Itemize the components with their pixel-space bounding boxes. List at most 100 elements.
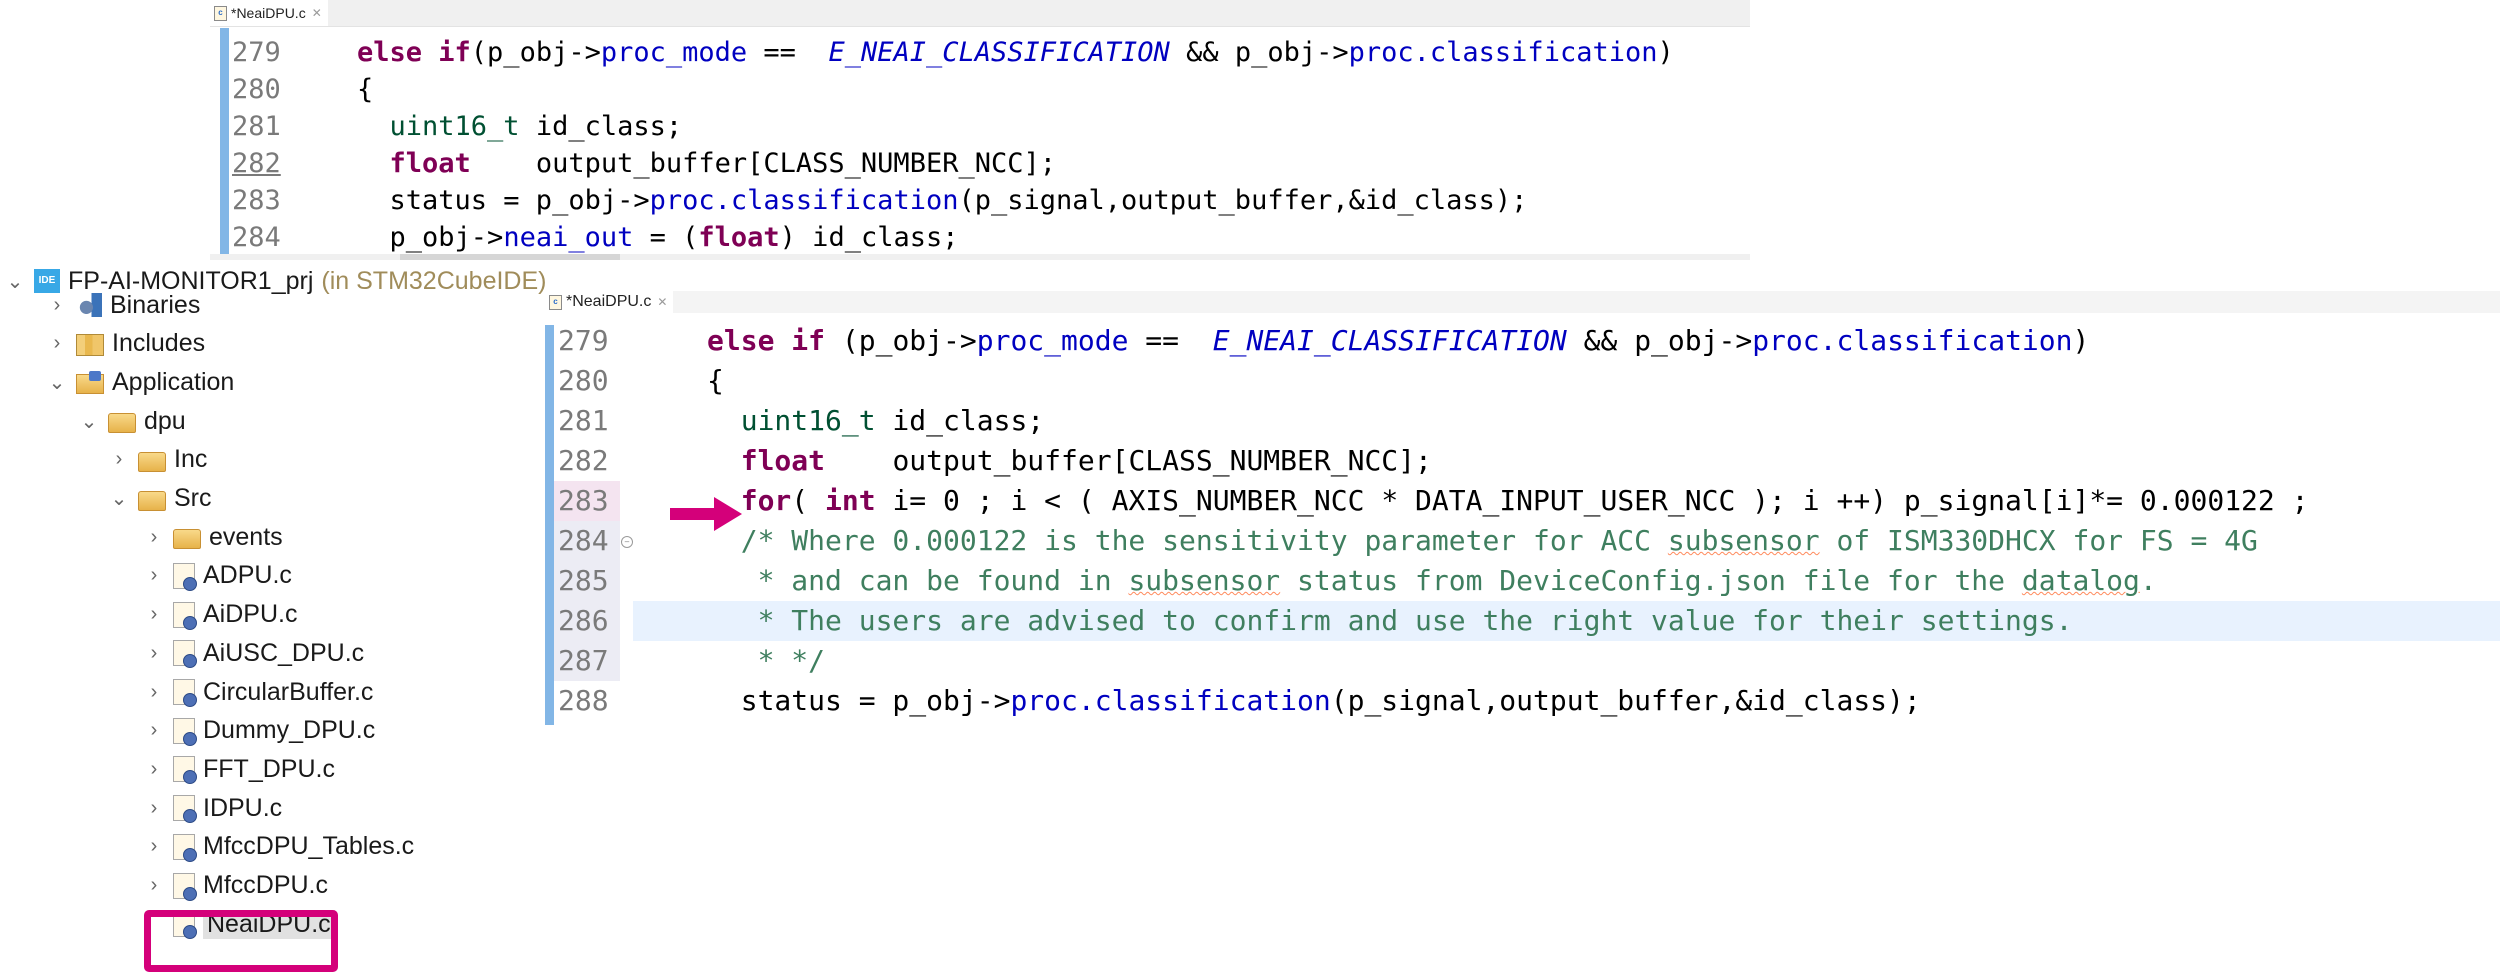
code-text[interactable]: { <box>357 71 373 108</box>
c-file-icon <box>173 833 197 862</box>
line-number: 285 <box>558 564 609 597</box>
code-line[interactable]: 284 p_obj->neai_out = (float) id_class; <box>210 219 1750 256</box>
chevron-right-icon[interactable]: › <box>145 758 163 781</box>
code-token: for <box>740 484 792 517</box>
chevron-right-icon[interactable]: › <box>145 526 163 549</box>
code-token: = ( <box>633 222 699 253</box>
tree-item[interactable]: › CircularBuffer.c <box>145 673 373 711</box>
code-line[interactable]: 284 /* Where 0.000122 is the sensitivity… <box>545 521 2500 561</box>
folder-icon <box>138 490 166 511</box>
code-text[interactable]: for( int i= 0 ; i < ( AXIS_NUMBER_NCC * … <box>707 481 2309 521</box>
chevron-right-icon[interactable]: › <box>145 642 163 665</box>
code-text[interactable]: * */ <box>707 641 825 681</box>
code-text[interactable]: status = p_obj->proc.classification(p_si… <box>707 681 1921 721</box>
code-text[interactable]: /* Where 0.000122 is the sensitivity par… <box>707 521 2258 561</box>
code-line[interactable]: 279 else if (p_obj->proc_mode == E_NEAI_C… <box>545 321 2500 361</box>
line-number: 279 <box>558 324 609 357</box>
tree-item[interactable]: › AiUSC_DPU.c <box>145 634 364 672</box>
code-text[interactable]: * The users are advised to confirm and u… <box>707 601 2073 641</box>
tree-item[interactable]: › FFT_DPU.c <box>145 750 335 788</box>
c-file-icon <box>173 601 197 630</box>
code-line[interactable]: 280 { <box>545 361 2500 401</box>
code-line[interactable]: 282 float output_buffer[CLASS_NUMBER_NCC… <box>210 145 1750 182</box>
chevron-right-icon[interactable]: › <box>145 564 163 587</box>
chevron-down-icon[interactable]: ⌄ <box>80 409 98 434</box>
code-token: status = p_obj-> <box>357 185 650 216</box>
code-token: proc_mode <box>600 37 748 68</box>
code-text[interactable]: float output_buffer[CLASS_NUMBER_NCC]; <box>357 145 1056 182</box>
code-line[interactable]: 279 else if(p_obj->proc_mode == E_NEAI_CL… <box>210 34 1750 71</box>
code-line[interactable]: 287 * */ <box>545 641 2500 681</box>
tree-item[interactable]: › AiDPU.c <box>145 596 297 634</box>
line-number: 288 <box>558 684 609 717</box>
chevron-right-icon[interactable]: › <box>48 294 66 317</box>
chevron-right-icon[interactable]: › <box>145 719 163 742</box>
code-line[interactable]: 288 status = p_obj->proc.classification(… <box>545 681 2500 721</box>
chevron-down-icon[interactable]: ⌄ <box>6 269 24 294</box>
chevron-right-icon[interactable]: › <box>145 797 163 820</box>
horizontal-scrollbar[interactable] <box>210 254 1750 260</box>
code-token: else if <box>357 37 471 68</box>
chevron-right-icon[interactable]: › <box>48 332 66 355</box>
tree-item[interactable]: › ADPU.c <box>145 557 292 595</box>
code-line[interactable]: 282 float output_buffer[CLASS_NUMBER_NCC… <box>545 441 2500 481</box>
code-token: uint16_t <box>389 111 520 142</box>
chevron-right-icon[interactable]: › <box>110 448 128 471</box>
tab-neaidpu-bottom[interactable]: c *NeaiDPU.c ✕ <box>545 291 674 313</box>
close-icon[interactable]: ✕ <box>657 295 667 309</box>
tree-item[interactable]: › events <box>145 518 283 556</box>
code-text[interactable]: float output_buffer[CLASS_NUMBER_NCC]; <box>707 441 1432 481</box>
scrollbar-thumb[interactable] <box>400 254 620 260</box>
code-line[interactable]: 286 * The users are advised to confirm a… <box>545 601 2500 641</box>
code-line[interactable]: 283 status = p_obj->proc.classification(… <box>210 182 1750 219</box>
close-icon[interactable]: ✕ <box>312 6 322 20</box>
folder-icon <box>173 529 201 550</box>
editor-bottom: c *NeaiDPU.c ✕ –279 else if (p_obj->proc_… <box>545 291 2500 725</box>
tree-item[interactable]: › Includes <box>48 325 205 363</box>
code-text[interactable]: * and can be found in subsensor status f… <box>707 561 2157 601</box>
tree-item[interactable]: › Inc <box>110 441 208 479</box>
code-line[interactable]: 280 { <box>210 71 1750 108</box>
project-suffix: (in STM32CubeIDE) <box>321 266 547 295</box>
tree-item[interactable]: › Binaries <box>48 286 201 324</box>
chevron-right-icon[interactable]: › <box>145 603 163 626</box>
code-text[interactable]: status = p_obj->proc.classification(p_si… <box>357 182 1528 219</box>
tree-item-label: Includes <box>112 329 206 358</box>
c-file-icon <box>173 640 197 669</box>
code-text[interactable]: p_obj->neai_out = (float) id_class; <box>357 219 959 256</box>
code-token: { <box>707 364 724 397</box>
code-token: * The users are advised to confirm and u… <box>707 604 2073 637</box>
tree-item[interactable]: ⌄ Application <box>48 363 235 401</box>
code-text[interactable]: else if (p_obj->proc_mode == E_NEAI_CLAS… <box>707 321 2089 361</box>
code-token: p_obj-> <box>357 222 504 253</box>
tab-neaidpu-top[interactable]: c *NeaiDPU.c ✕ <box>210 0 328 26</box>
code-line[interactable]: 283 for( int i= 0 ; i < ( AXIS_NUMBER_NC… <box>545 481 2500 521</box>
tree-item[interactable]: › MfccDPU_Tables.c <box>145 828 414 866</box>
code-token: && p_obj-> <box>1566 324 1753 357</box>
tree-item[interactable]: ⌄ dpu <box>80 402 186 440</box>
tree-item[interactable]: ⌄ Src <box>110 480 212 518</box>
code-line[interactable]: 281 uint16_t id_class; <box>545 401 2500 441</box>
tree-item[interactable]: › IDPU.c <box>145 789 282 827</box>
chevron-right-icon[interactable]: › <box>145 835 163 858</box>
code-token: output_buffer[CLASS_NUMBER_NCC]; <box>825 444 1432 477</box>
tree-item-label: MfccDPU.c <box>203 871 328 899</box>
line-number: 279 <box>232 37 281 68</box>
tree-item[interactable]: › MfccDPU.c <box>145 867 328 905</box>
code-line[interactable]: 281 uint16_t id_class; <box>210 108 1750 145</box>
chevron-down-icon[interactable]: ⌄ <box>48 370 66 395</box>
code-text[interactable]: uint16_t id_class; <box>707 401 1044 441</box>
c-file-icon: c <box>549 294 562 310</box>
chevron-down-icon[interactable]: ⌄ <box>110 486 128 511</box>
chevron-right-icon[interactable]: › <box>145 681 163 704</box>
code-text[interactable]: { <box>707 361 724 401</box>
code-line[interactable]: 285 * and can be found in subsensor stat… <box>545 561 2500 601</box>
file-highlight-box <box>144 910 338 972</box>
code-text[interactable]: else if(p_obj->proc_mode == E_NEAI_CLASS… <box>357 34 1674 71</box>
tree-item[interactable]: › Dummy_DPU.c <box>145 712 375 750</box>
code-token: subsensor <box>1667 524 1820 557</box>
line-number: 281 <box>558 404 609 437</box>
chevron-right-icon[interactable]: › <box>145 874 163 897</box>
code-text[interactable]: uint16_t id_class; <box>357 108 683 145</box>
